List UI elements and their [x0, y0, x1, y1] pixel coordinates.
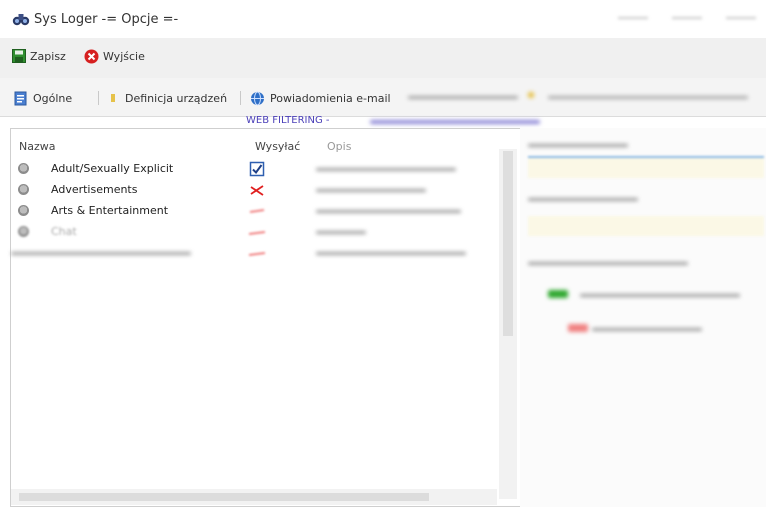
tab-devices-label: Definicja urządzeń: [125, 91, 228, 105]
detail-option-redacted: [592, 328, 702, 331]
section-title-redacted: [370, 120, 540, 124]
column-header-send[interactable]: Wysyłać: [255, 140, 300, 153]
red-cross-icon[interactable]: [249, 182, 265, 198]
row-description-redacted: [316, 252, 466, 255]
document-icon: [14, 91, 27, 105]
title-bar: Sys Loger -= Opcje =-: [0, 0, 766, 38]
minimize-button[interactable]: [618, 10, 648, 26]
row-name: Adult/Sexually Explicit: [51, 162, 174, 175]
close-button[interactable]: [726, 10, 756, 26]
exit-button[interactable]: Wyjście: [84, 46, 145, 66]
red-cross-icon[interactable]: [249, 245, 265, 261]
detail-panel: [520, 128, 766, 507]
detail-field[interactable]: [528, 216, 764, 236]
row-name: Chat: [51, 225, 77, 238]
detail-label-redacted: [528, 262, 688, 265]
globe-mail-icon: [251, 91, 264, 105]
device-definition-icon: [111, 94, 115, 102]
horizontal-scrollbar[interactable]: [11, 489, 497, 505]
checkbox-checked-icon[interactable]: [249, 161, 265, 177]
row-name-redacted: [11, 252, 191, 255]
tab-bar: Ogólne Definicja urządzeń Powiadomienia …: [0, 78, 766, 117]
table-row[interactable]: Advertisements: [11, 180, 501, 200]
tab-separator: [240, 91, 241, 105]
detail-label-redacted: [528, 144, 628, 147]
detail-field[interactable]: [528, 156, 764, 178]
table-row[interactable]: Chat: [11, 222, 501, 242]
row-description-redacted: [316, 168, 456, 171]
table-row[interactable]: Adult/Sexually Explicit: [11, 159, 501, 179]
tab-devices[interactable]: Definicja urządzeń: [108, 89, 227, 107]
main-toolbar: Zapisz Wyjście: [0, 38, 766, 79]
blurred-tab-icon: [528, 92, 534, 98]
row-description-redacted: [316, 189, 426, 192]
maximize-button[interactable]: [672, 10, 702, 26]
radio-icon[interactable]: [18, 226, 29, 237]
vertical-scrollbar[interactable]: [499, 149, 517, 499]
red-cross-icon[interactable]: [568, 324, 588, 332]
binoculars-icon: [12, 14, 30, 26]
column-header-description[interactable]: Opis: [327, 140, 351, 153]
radio-icon[interactable]: [18, 163, 29, 174]
detail-label-redacted: [528, 198, 638, 201]
radio-icon[interactable]: [18, 205, 29, 216]
row-description-redacted: [316, 210, 461, 213]
radio-icon[interactable]: [18, 184, 29, 195]
scrollbar-thumb[interactable]: [19, 493, 429, 501]
tab-general[interactable]: Ogólne: [14, 89, 72, 107]
row-description-redacted: [316, 231, 366, 234]
table-row[interactable]: [11, 243, 501, 263]
detail-option-redacted: [580, 294, 740, 297]
red-cross-icon[interactable]: [249, 203, 265, 219]
row-name: Arts & Entertainment: [51, 204, 169, 217]
red-x-circle-icon: [84, 49, 99, 63]
red-cross-icon[interactable]: [249, 224, 265, 240]
window-title: Sys Loger -= Opcje =-: [34, 12, 179, 27]
exit-label: Wyjście: [103, 49, 145, 63]
save-label: Zapisz: [30, 49, 66, 63]
save-button[interactable]: Zapisz: [12, 46, 66, 66]
tab-email-label: Powiadomienia e-mail: [270, 91, 391, 105]
green-check-icon[interactable]: [548, 290, 568, 298]
category-list[interactable]: Nazwa Wysyłać Opis Adult/Sexually Explic…: [10, 128, 522, 507]
blurred-tab: [408, 96, 518, 99]
blurred-tab: [548, 96, 748, 99]
column-header-name[interactable]: Nazwa: [19, 140, 55, 153]
row-name: Advertisements: [51, 183, 138, 196]
table-row[interactable]: Arts & Entertainment: [11, 201, 501, 221]
floppy-disk-icon: [12, 49, 26, 63]
section-title: WEB FILTERING -: [246, 115, 330, 126]
scrollbar-thumb[interactable]: [503, 151, 513, 336]
tab-separator: [98, 91, 99, 105]
tab-general-label: Ogólne: [33, 91, 73, 105]
tab-email[interactable]: Powiadomienia e-mail: [250, 89, 391, 107]
